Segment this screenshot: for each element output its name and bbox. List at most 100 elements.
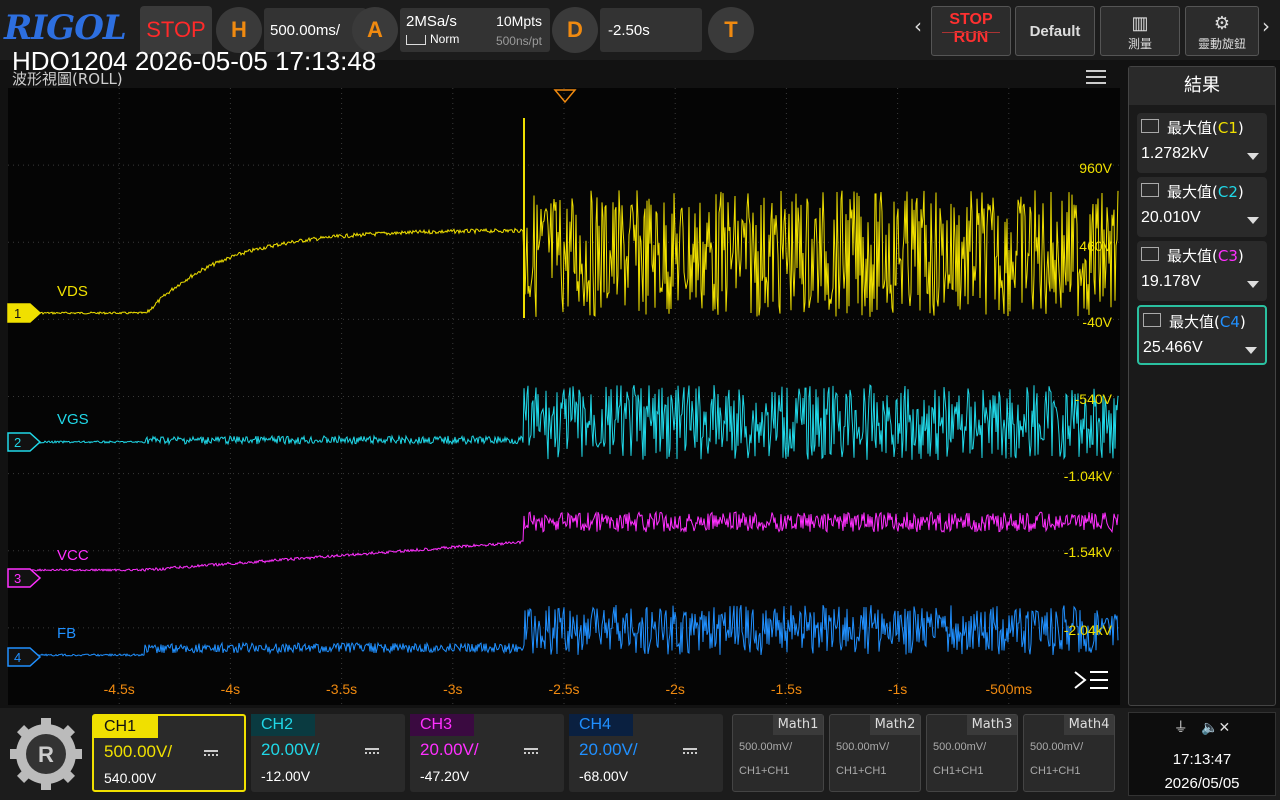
math4-scale: 500.00mV/ bbox=[1030, 741, 1084, 753]
home-gear-icon[interactable]: R bbox=[8, 716, 84, 792]
results-title: 結果 bbox=[1129, 67, 1275, 105]
math3-scale: 500.00mV/ bbox=[933, 741, 987, 753]
ch1-trace bbox=[9, 190, 1119, 317]
ch2-scale: 20.00V/ bbox=[261, 740, 320, 759]
time-tick-label: -1s bbox=[888, 681, 907, 697]
time-tick-label: -4s bbox=[221, 681, 240, 697]
math1-scale: 500.00mV/ bbox=[739, 741, 793, 753]
dropdown-icon[interactable] bbox=[1245, 347, 1257, 354]
time-tick-label: -1.5s bbox=[771, 681, 802, 697]
measure-label: 最大值(C3) bbox=[1167, 247, 1244, 265]
menu-icon[interactable] bbox=[1086, 70, 1106, 84]
ch3-trace bbox=[9, 510, 1119, 572]
measure-item-c3[interactable]: 最大值(C3) 19.178V bbox=[1137, 241, 1267, 301]
math3-panel[interactable]: Math3 500.00mV/ CH1+CH1 bbox=[926, 714, 1018, 792]
clock-time: 17:13:47 bbox=[1172, 751, 1232, 768]
ch2-panel[interactable]: CH2 20.00V/ -12.00V bbox=[251, 714, 405, 792]
time-tick-label: -2s bbox=[665, 681, 684, 697]
measure-value: 19.178V bbox=[1141, 273, 1201, 290]
time-tick-label: -3.5s bbox=[326, 681, 357, 697]
ch1-tab: CH1 bbox=[94, 716, 158, 738]
ch4-name-label: FB bbox=[57, 625, 76, 642]
ch2-ground-marker: 2 bbox=[7, 432, 42, 452]
ch1-ground-marker: 1 bbox=[7, 303, 42, 323]
ch3-tab: CH3 bbox=[410, 714, 474, 736]
svg-text:2: 2 bbox=[14, 435, 21, 450]
ch1-name-label: VDS bbox=[57, 283, 88, 300]
measure-value: 25.466V bbox=[1143, 339, 1203, 356]
measure-label: 最大值(C2) bbox=[1167, 183, 1244, 201]
ch3-scale: 20.00V/ bbox=[420, 740, 479, 759]
time-tick-label: -2.5s bbox=[548, 681, 579, 697]
time-tick-label: -3s bbox=[443, 681, 462, 697]
math2-title: Math2 bbox=[870, 715, 920, 735]
math1-title: Math1 bbox=[773, 715, 823, 735]
math4-title: Math4 bbox=[1064, 715, 1114, 735]
usb-mute-icons: ⏚ 🔈✕ bbox=[1129, 717, 1275, 737]
collapse-menu-icon bbox=[1074, 671, 1108, 689]
time-tick-label: -500ms bbox=[985, 681, 1032, 697]
ch4-ground-marker: 4 bbox=[7, 647, 42, 667]
coupling-icon bbox=[365, 748, 379, 754]
math3-formula: CH1+CH1 bbox=[933, 765, 984, 777]
voltage-scale-label: -1.04kV bbox=[1064, 468, 1113, 484]
math1-formula: CH1+CH1 bbox=[739, 765, 790, 777]
ch3-offset: -47.20V bbox=[420, 768, 470, 784]
ch3-panel[interactable]: CH3 20.00V/ -47.20V bbox=[410, 714, 564, 792]
math3-title: Math3 bbox=[967, 715, 1017, 735]
measure-item-c2[interactable]: 最大值(C2) 20.010V bbox=[1137, 177, 1267, 237]
max-icon bbox=[1141, 119, 1159, 133]
voltage-scale-label: 960V bbox=[1079, 160, 1112, 176]
max-icon bbox=[1141, 247, 1159, 261]
dropdown-icon[interactable] bbox=[1247, 281, 1259, 288]
clock-date: 2026/05/05 bbox=[1164, 775, 1240, 792]
coupling-icon bbox=[683, 748, 697, 754]
time-tick-label: -4.5s bbox=[104, 681, 135, 697]
usb-icon: ⏚ bbox=[1173, 720, 1188, 736]
svg-text:4: 4 bbox=[14, 650, 21, 665]
math2-formula: CH1+CH1 bbox=[836, 765, 887, 777]
dropdown-icon[interactable] bbox=[1247, 217, 1259, 224]
math2-scale: 500.00mV/ bbox=[836, 741, 890, 753]
ch4-tab: CH4 bbox=[569, 714, 633, 736]
voltage-scale-label: 460V bbox=[1079, 238, 1112, 254]
svg-text:3: 3 bbox=[14, 571, 21, 586]
voltage-scale-label: -2.04kV bbox=[1064, 622, 1113, 638]
measure-item-c4[interactable]: 最大值(C4) 25.466V bbox=[1137, 305, 1267, 365]
coupling-icon bbox=[204, 750, 218, 756]
results-panel: 結果 最大值(C1) 1.2782kV 最大值(C2) 20.010V 最大值(… bbox=[1128, 66, 1276, 706]
ch4-scale: 20.00V/ bbox=[579, 740, 638, 759]
ch3-ground-marker: 3 bbox=[7, 568, 42, 588]
measure-item-c1[interactable]: 最大值(C1) 1.2782kV bbox=[1137, 113, 1267, 173]
trigger-position-marker bbox=[553, 89, 577, 104]
voltage-scale-label: -540V bbox=[1075, 391, 1113, 407]
ch2-name-label: VGS bbox=[57, 411, 89, 428]
math4-panel[interactable]: Math4 500.00mV/ CH1+CH1 bbox=[1023, 714, 1115, 792]
math2-panel[interactable]: Math2 500.00mV/ CH1+CH1 bbox=[829, 714, 921, 792]
voltage-scale-label: -40V bbox=[1082, 314, 1112, 330]
math4-formula: CH1+CH1 bbox=[1030, 765, 1081, 777]
measure-value: 1.2782kV bbox=[1141, 145, 1209, 162]
view-title: 波形視圖(ROLL) bbox=[12, 70, 123, 88]
math1-panel[interactable]: Math1 500.00mV/ CH1+CH1 bbox=[732, 714, 824, 792]
svg-text:R: R bbox=[38, 742, 54, 767]
max-icon bbox=[1141, 183, 1159, 197]
measure-label: 最大值(C4) bbox=[1169, 313, 1246, 331]
max-icon bbox=[1143, 313, 1161, 327]
waveform-graticule[interactable]: 1 VDS 2 VGS 3 VCC 4 FB 960V 460V -40V -540V -1.04kV -… bbox=[0, 0, 1280, 800]
measure-label: 最大值(C1) bbox=[1167, 119, 1244, 137]
ch1-scale: 500.00V/ bbox=[104, 742, 173, 761]
ch3-name-label: VCC bbox=[57, 547, 89, 564]
ch4-panel[interactable]: CH4 20.00V/ -68.00V bbox=[569, 714, 723, 792]
dropdown-icon[interactable] bbox=[1247, 153, 1259, 160]
ch4-offset: -68.00V bbox=[579, 768, 629, 784]
coupling-icon bbox=[524, 748, 538, 754]
ch2-tab: CH2 bbox=[251, 714, 315, 736]
mute-icon: 🔈✕ bbox=[1201, 720, 1231, 736]
ch1-offset: 540.00V bbox=[104, 770, 157, 786]
ch1-panel[interactable]: CH1 500.00V/ 540.00V bbox=[92, 714, 246, 792]
ch2-offset: -12.00V bbox=[261, 768, 311, 784]
measure-value: 20.010V bbox=[1141, 209, 1201, 226]
status-clock: ⏚ 🔈✕ 17:13:47 2026/05/05 bbox=[1128, 712, 1276, 796]
svg-text:1: 1 bbox=[14, 306, 21, 321]
